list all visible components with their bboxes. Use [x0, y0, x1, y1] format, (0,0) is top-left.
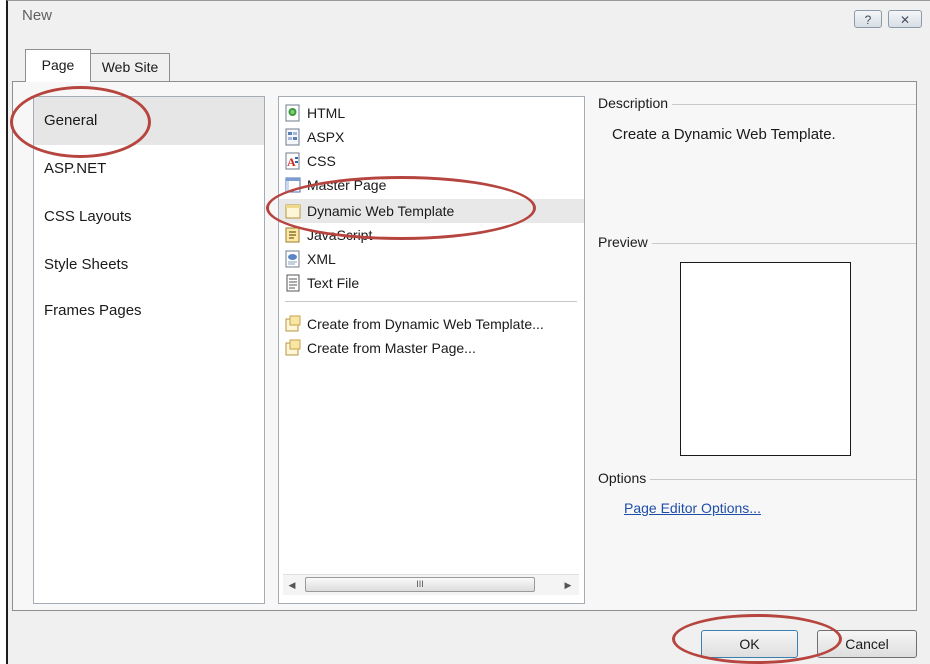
options-section: Options [598, 470, 916, 490]
aspx-file-icon [285, 128, 300, 146]
template-label: CSS [307, 153, 336, 169]
scroll-right-icon[interactable]: ▶ [561, 577, 575, 593]
create-from-master-icon [285, 339, 301, 356]
list-divider [285, 301, 577, 302]
ok-button[interactable]: OK [701, 630, 798, 658]
help-button[interactable]: ? [854, 10, 882, 28]
xml-file-icon [285, 250, 300, 268]
tab-page[interactable]: Page [25, 49, 91, 82]
template-list: HTML ASPX A CSS Master Page Dynamic Web T… [278, 96, 585, 604]
template-xml[interactable]: XML [285, 247, 336, 271]
template-css[interactable]: A CSS [285, 149, 336, 173]
preview-section: Preview [598, 234, 916, 254]
template-label: Dynamic Web Template [307, 203, 455, 219]
options-heading: Options [598, 470, 651, 486]
create-from-dynamic-web-template[interactable]: Create from Dynamic Web Template... [285, 312, 544, 336]
template-label: Text File [307, 275, 360, 291]
preview-heading: Preview [598, 234, 652, 250]
category-list: General ASP.NET CSS Layouts Style Sheets… [33, 96, 265, 604]
category-general[interactable]: General [34, 97, 264, 145]
dynamic-web-template-icon [285, 204, 301, 219]
template-html[interactable]: HTML [285, 101, 345, 125]
title-bar[interactable]: New ? ✕ [8, 1, 930, 31]
scroll-left-icon[interactable]: ◀ [285, 577, 299, 593]
description-section: Description [598, 95, 916, 115]
css-file-icon: A [285, 152, 300, 170]
template-label: Create from Master Page... [307, 340, 476, 356]
category-aspnet[interactable]: ASP.NET [34, 145, 264, 193]
page-editor-options-link[interactable]: Page Editor Options... [624, 500, 761, 516]
template-label: JavaScript [307, 227, 373, 243]
scrollbar-thumb[interactable]: III [305, 577, 535, 592]
svg-text:A: A [287, 155, 296, 169]
javascript-file-icon [285, 227, 300, 243]
dialog-title: New [22, 7, 53, 24]
create-from-template-icon [285, 315, 301, 332]
tab-web-site[interactable]: Web Site [90, 53, 170, 81]
description-text: Create a Dynamic Web Template. [612, 126, 836, 143]
template-label: XML [307, 251, 336, 267]
category-frames-pages[interactable]: Frames Pages [34, 287, 264, 335]
create-from-master-page[interactable]: Create from Master Page... [285, 336, 476, 360]
preview-box [680, 262, 851, 456]
master-page-icon [285, 177, 301, 193]
template-label: ASPX [307, 129, 345, 145]
template-aspx[interactable]: ASPX [285, 125, 344, 149]
template-label: Create from Dynamic Web Template... [307, 316, 544, 332]
template-text-file[interactable]: Text File [285, 271, 359, 295]
html-file-icon [285, 104, 300, 122]
template-dynamic-web-template[interactable]: Dynamic Web Template [279, 199, 584, 223]
template-javascript[interactable]: JavaScript [285, 223, 372, 247]
template-label: Master Page [307, 177, 387, 193]
cancel-button[interactable]: Cancel [817, 630, 917, 658]
template-master-page[interactable]: Master Page [285, 173, 386, 197]
description-heading: Description [598, 95, 673, 111]
category-style-sheets[interactable]: Style Sheets [34, 241, 264, 289]
horizontal-scrollbar[interactable]: ◀ III ▶ [283, 574, 579, 595]
template-label: HTML [307, 105, 346, 121]
close-button[interactable]: ✕ [888, 10, 922, 28]
category-css-layouts[interactable]: CSS Layouts [34, 193, 264, 241]
text-file-icon [286, 274, 300, 292]
